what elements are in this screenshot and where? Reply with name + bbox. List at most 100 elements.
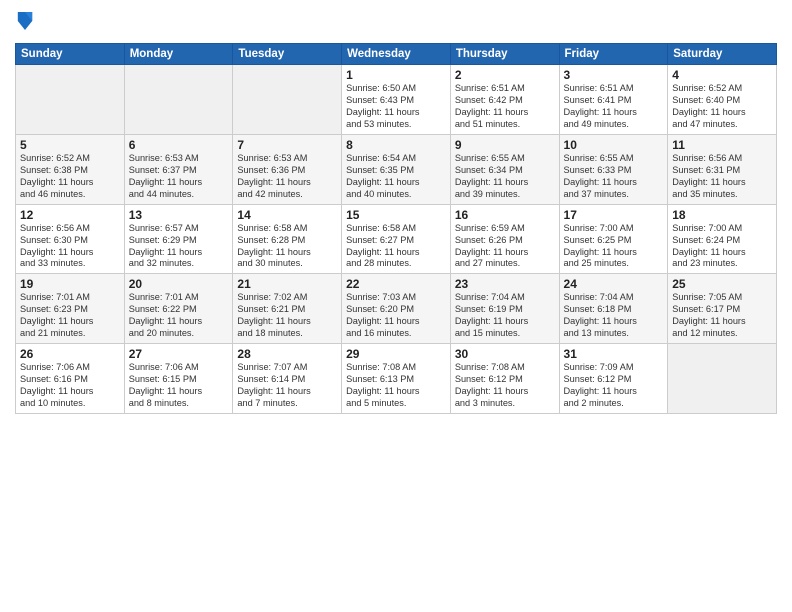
day-info: Sunrise: 7:04 AM (564, 292, 664, 304)
day-info: and 25 minutes. (564, 258, 664, 270)
day-number: 29 (346, 347, 446, 361)
day-number: 22 (346, 277, 446, 291)
day-header-sunday: Sunday (16, 44, 125, 65)
day-info: Sunset: 6:25 PM (564, 235, 664, 247)
day-info: and 37 minutes. (564, 189, 664, 201)
day-header-tuesday: Tuesday (233, 44, 342, 65)
day-info: Sunset: 6:27 PM (346, 235, 446, 247)
day-info: Sunrise: 6:56 AM (672, 153, 772, 165)
day-info: Daylight: 11 hours (346, 247, 446, 259)
day-info: Sunset: 6:30 PM (20, 235, 120, 247)
day-info: Daylight: 11 hours (672, 177, 772, 189)
day-info: Daylight: 11 hours (564, 107, 664, 119)
day-info: Sunrise: 7:08 AM (346, 362, 446, 374)
day-info: Daylight: 11 hours (564, 386, 664, 398)
day-number: 9 (455, 138, 555, 152)
calendar: SundayMondayTuesdayWednesdayThursdayFrid… (15, 43, 777, 414)
calendar-week-row: 1Sunrise: 6:50 AMSunset: 6:43 PMDaylight… (16, 65, 777, 135)
calendar-day-31: 31Sunrise: 7:09 AMSunset: 6:12 PMDayligh… (559, 344, 668, 414)
day-info: Sunset: 6:35 PM (346, 165, 446, 177)
calendar-day-11: 11Sunrise: 6:56 AMSunset: 6:31 PMDayligh… (668, 134, 777, 204)
day-info: Sunrise: 6:53 AM (129, 153, 229, 165)
day-info: and 35 minutes. (672, 189, 772, 201)
day-number: 28 (237, 347, 337, 361)
day-info: Sunset: 6:42 PM (455, 95, 555, 107)
day-info: Sunrise: 7:06 AM (20, 362, 120, 374)
day-info: Sunset: 6:37 PM (129, 165, 229, 177)
day-info: and 32 minutes. (129, 258, 229, 270)
day-info: Sunrise: 7:07 AM (237, 362, 337, 374)
day-info: Daylight: 11 hours (564, 177, 664, 189)
logo-icon (16, 10, 34, 32)
day-info: Sunset: 6:26 PM (455, 235, 555, 247)
day-info: Sunrise: 7:03 AM (346, 292, 446, 304)
day-info: Daylight: 11 hours (455, 107, 555, 119)
day-number: 21 (237, 277, 337, 291)
day-number: 10 (564, 138, 664, 152)
day-info: Daylight: 11 hours (20, 247, 120, 259)
day-number: 6 (129, 138, 229, 152)
calendar-day-18: 18Sunrise: 7:00 AMSunset: 6:24 PMDayligh… (668, 204, 777, 274)
day-info: Sunset: 6:17 PM (672, 304, 772, 316)
day-info: Daylight: 11 hours (129, 316, 229, 328)
day-info: and 15 minutes. (455, 328, 555, 340)
day-info: Sunrise: 6:51 AM (564, 83, 664, 95)
calendar-day-23: 23Sunrise: 7:04 AMSunset: 6:19 PMDayligh… (450, 274, 559, 344)
day-info: Sunrise: 6:58 AM (237, 223, 337, 235)
calendar-day-20: 20Sunrise: 7:01 AMSunset: 6:22 PMDayligh… (124, 274, 233, 344)
day-info: and 20 minutes. (129, 328, 229, 340)
day-info: Daylight: 11 hours (237, 316, 337, 328)
day-info: Sunset: 6:33 PM (564, 165, 664, 177)
day-number: 24 (564, 277, 664, 291)
day-info: Daylight: 11 hours (237, 386, 337, 398)
day-info: Daylight: 11 hours (20, 177, 120, 189)
day-info: Sunset: 6:12 PM (455, 374, 555, 386)
day-number: 14 (237, 208, 337, 222)
calendar-day-7: 7Sunrise: 6:53 AMSunset: 6:36 PMDaylight… (233, 134, 342, 204)
day-info: and 33 minutes. (20, 258, 120, 270)
day-number: 30 (455, 347, 555, 361)
calendar-day-2: 2Sunrise: 6:51 AMSunset: 6:42 PMDaylight… (450, 65, 559, 135)
calendar-day-8: 8Sunrise: 6:54 AMSunset: 6:35 PMDaylight… (342, 134, 451, 204)
calendar-day-1: 1Sunrise: 6:50 AMSunset: 6:43 PMDaylight… (342, 65, 451, 135)
day-info: Sunset: 6:36 PM (237, 165, 337, 177)
day-info: Sunset: 6:13 PM (346, 374, 446, 386)
day-info: and 53 minutes. (346, 119, 446, 131)
day-info: Sunset: 6:24 PM (672, 235, 772, 247)
calendar-day-13: 13Sunrise: 6:57 AMSunset: 6:29 PMDayligh… (124, 204, 233, 274)
day-info: Daylight: 11 hours (455, 177, 555, 189)
day-info: and 39 minutes. (455, 189, 555, 201)
day-info: and 12 minutes. (672, 328, 772, 340)
day-info: and 30 minutes. (237, 258, 337, 270)
day-info: Sunrise: 7:02 AM (237, 292, 337, 304)
day-info: Daylight: 11 hours (20, 316, 120, 328)
calendar-week-row: 5Sunrise: 6:52 AMSunset: 6:38 PMDaylight… (16, 134, 777, 204)
day-info: and 3 minutes. (455, 398, 555, 410)
day-info: Sunrise: 6:57 AM (129, 223, 229, 235)
day-info: Sunrise: 7:06 AM (129, 362, 229, 374)
header (15, 10, 777, 37)
calendar-week-row: 12Sunrise: 6:56 AMSunset: 6:30 PMDayligh… (16, 204, 777, 274)
calendar-day-10: 10Sunrise: 6:55 AMSunset: 6:33 PMDayligh… (559, 134, 668, 204)
day-info: Daylight: 11 hours (672, 247, 772, 259)
day-info: and 21 minutes. (20, 328, 120, 340)
calendar-day-3: 3Sunrise: 6:51 AMSunset: 6:41 PMDaylight… (559, 65, 668, 135)
day-info: Sunrise: 6:50 AM (346, 83, 446, 95)
day-info: Daylight: 11 hours (564, 247, 664, 259)
calendar-day-14: 14Sunrise: 6:58 AMSunset: 6:28 PMDayligh… (233, 204, 342, 274)
calendar-day-28: 28Sunrise: 7:07 AMSunset: 6:14 PMDayligh… (233, 344, 342, 414)
day-info: and 16 minutes. (346, 328, 446, 340)
day-info: Sunset: 6:20 PM (346, 304, 446, 316)
day-info: and 18 minutes. (237, 328, 337, 340)
day-info: Daylight: 11 hours (129, 177, 229, 189)
day-info: Sunset: 6:21 PM (237, 304, 337, 316)
calendar-day-26: 26Sunrise: 7:06 AMSunset: 6:16 PMDayligh… (16, 344, 125, 414)
day-header-monday: Monday (124, 44, 233, 65)
empty-cell (233, 65, 342, 135)
day-info: Sunset: 6:18 PM (564, 304, 664, 316)
day-info: Daylight: 11 hours (129, 386, 229, 398)
day-info: Sunrise: 6:54 AM (346, 153, 446, 165)
day-info: and 47 minutes. (672, 119, 772, 131)
day-header-friday: Friday (559, 44, 668, 65)
empty-cell (668, 344, 777, 414)
